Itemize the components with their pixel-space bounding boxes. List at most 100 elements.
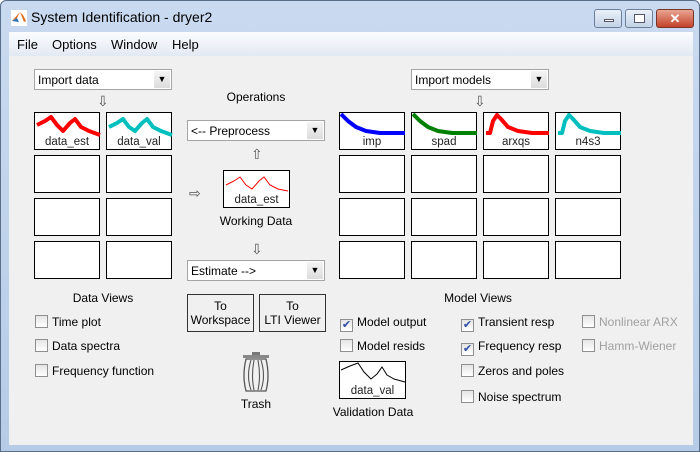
- checkbox-data-spectra[interactable]: Data spectra: [35, 339, 120, 353]
- model-slot-empty[interactable]: [339, 198, 405, 236]
- arrow-down-icon: ⇩: [97, 93, 109, 109]
- data-slot-empty[interactable]: [106, 155, 172, 193]
- model-plot: [558, 113, 621, 135]
- checkbox-box[interactable]: [461, 390, 474, 403]
- validation-data-name: data_val: [350, 385, 395, 397]
- model-slot-imp[interactable]: imp: [339, 112, 405, 150]
- model-slot-n4s3[interactable]: n4s3: [555, 112, 621, 150]
- checkbox-label: Noise spectrum: [478, 390, 562, 404]
- working-data-slot[interactable]: data_est: [223, 170, 290, 208]
- estimate-dropdown[interactable]: Estimate --> ▼: [187, 260, 325, 281]
- checkbox-box[interactable]: ✔: [461, 319, 474, 332]
- checkbox-time-plot[interactable]: Time plot: [35, 315, 101, 329]
- model-slot-name: n4s3: [575, 136, 601, 148]
- checkbox-label: Transient resp: [478, 315, 555, 329]
- data-slot-empty[interactable]: [106, 198, 172, 236]
- checkbox-label: Time plot: [52, 315, 101, 329]
- to-workspace-line1: To: [214, 299, 227, 313]
- import-data-label: Import data: [38, 73, 99, 87]
- checkbox-box[interactable]: ✔: [461, 343, 474, 356]
- model-slot-empty[interactable]: [339, 155, 405, 193]
- model-plot: [412, 113, 477, 135]
- model-slot-arxqs[interactable]: arxqs: [483, 112, 549, 150]
- data-views-label: Data Views: [72, 291, 134, 305]
- model-slot-empty[interactable]: [555, 155, 621, 193]
- checkbox-label: Frequency function: [52, 364, 155, 378]
- model-slot-spad[interactable]: spad: [411, 112, 477, 150]
- data-slot-empty[interactable]: [34, 155, 100, 193]
- model-slot-empty[interactable]: [411, 241, 477, 279]
- arrow-right-icon: ⇨: [189, 185, 201, 201]
- model-plot: [486, 113, 549, 135]
- checkbox-label: Model resids: [357, 339, 426, 353]
- chevron-down-icon: ▼: [307, 122, 323, 139]
- checkbox-box[interactable]: [35, 315, 48, 328]
- data-slot-empty[interactable]: [34, 241, 100, 279]
- checkbox-box[interactable]: [35, 339, 48, 352]
- checkbox-label: Data spectra: [52, 339, 121, 353]
- to-lti-viewer-button[interactable]: To LTI Viewer: [259, 294, 326, 332]
- data-slot-data_val[interactable]: data_val: [106, 112, 173, 150]
- checkbox-box[interactable]: [35, 364, 48, 377]
- validation-data-label: Validation Data: [332, 405, 414, 419]
- checkbox-zeros-and-poles[interactable]: Zeros and poles: [461, 364, 564, 378]
- checkbox-transient-resp[interactable]: ✔ Transient resp: [461, 315, 555, 332]
- data-slot-name: data_est: [44, 136, 90, 148]
- checkbox-label: Zeros and poles: [478, 364, 565, 378]
- checkbox-frequency-resp[interactable]: ✔ Frequency resp: [461, 339, 562, 356]
- checkbox-label: Nonlinear ARX: [599, 315, 678, 329]
- to-lti-line1: To: [286, 299, 299, 313]
- working-data-plot: [225, 176, 289, 192]
- working-data-name: data_est: [234, 194, 279, 206]
- import-models-dropdown[interactable]: Import models ▼: [411, 69, 549, 90]
- data-slot-data_est[interactable]: data_est: [34, 112, 101, 150]
- chevron-down-icon: ▼: [531, 71, 547, 88]
- import-models-label: Import models: [415, 73, 492, 87]
- model-slot-empty[interactable]: [411, 198, 477, 236]
- checkbox-model-resids[interactable]: Model resids: [340, 339, 425, 353]
- model-slot-empty[interactable]: [483, 155, 549, 193]
- checkbox-nonlinear-arx: Nonlinear ARX: [582, 315, 678, 329]
- model-slot-empty[interactable]: [411, 155, 477, 193]
- model-slot-name: imp: [362, 136, 382, 148]
- trash-icon[interactable]: [241, 351, 271, 395]
- checkbox-box[interactable]: ✔: [340, 319, 353, 332]
- to-workspace-button[interactable]: To Workspace: [187, 294, 254, 332]
- checkbox-label: Frequency resp: [478, 339, 562, 353]
- checkbox-box[interactable]: [340, 339, 353, 352]
- chevron-down-icon: ▼: [307, 262, 323, 279]
- checkbox-frequency-function[interactable]: Frequency function: [35, 364, 154, 378]
- arrow-down-icon: ⇩: [251, 241, 263, 257]
- data-plot: [36, 115, 101, 137]
- model-views-label: Model Views: [444, 291, 512, 305]
- validation-data-slot[interactable]: data_val: [339, 361, 406, 399]
- to-workspace-line2: Workspace: [190, 313, 251, 327]
- preprocess-dropdown[interactable]: <-- Preprocess ▼: [187, 120, 325, 141]
- checkbox-box[interactable]: [582, 315, 595, 328]
- arrow-up-icon: ⇧: [251, 146, 263, 162]
- checkbox-noise-spectrum[interactable]: Noise spectrum: [461, 390, 561, 404]
- trash-label: Trash: [240, 397, 272, 411]
- data-slot-empty[interactable]: [34, 198, 100, 236]
- data-plot: [108, 117, 173, 137]
- checkbox-box[interactable]: [582, 339, 595, 352]
- validation-data-plot: [340, 362, 406, 383]
- model-slot-empty[interactable]: [555, 198, 621, 236]
- model-slot-empty[interactable]: [483, 198, 549, 236]
- chevron-down-icon: ▼: [154, 71, 170, 88]
- data-slot-empty[interactable]: [106, 241, 172, 279]
- model-slot-empty[interactable]: [483, 241, 549, 279]
- checkbox-hamm-wiener: Hamm-Wiener: [582, 339, 676, 353]
- checkbox-box[interactable]: [461, 364, 474, 377]
- model-slot-empty[interactable]: [339, 241, 405, 279]
- working-data-label: Working Data: [219, 214, 293, 228]
- checkbox-label: Hamm-Wiener: [599, 339, 677, 353]
- data-slot-name: data_val: [117, 136, 161, 148]
- preprocess-label: <-- Preprocess: [191, 124, 271, 138]
- checkbox-model-output[interactable]: ✔ Model output: [340, 315, 427, 332]
- import-data-dropdown[interactable]: Import data ▼: [34, 69, 172, 90]
- checkbox-label: Model output: [357, 315, 427, 329]
- model-plot: [340, 113, 405, 135]
- to-lti-line2: LTI Viewer: [264, 313, 321, 327]
- model-slot-empty[interactable]: [555, 241, 621, 279]
